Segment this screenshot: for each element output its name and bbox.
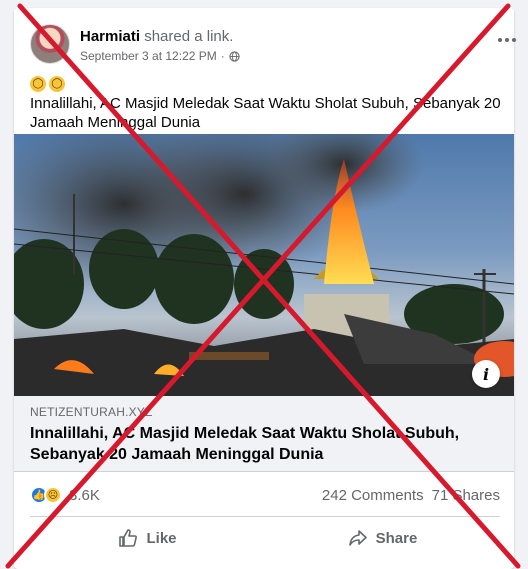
sad-reaction-icon: ☹ bbox=[44, 486, 62, 504]
avatar[interactable] bbox=[30, 24, 70, 64]
comment-count[interactable]: 242 Comments bbox=[322, 487, 424, 504]
scream-emoji-icon: ◯ bbox=[49, 76, 65, 92]
scream-emoji-icon: ◯ bbox=[30, 76, 46, 92]
share-count[interactable]: 71 Shares bbox=[432, 487, 500, 504]
post-meta: September 3 at 12:22 PM · bbox=[80, 49, 240, 63]
share-action-text: shared a link. bbox=[140, 28, 234, 45]
share-button[interactable]: Share bbox=[265, 520, 500, 556]
divider bbox=[30, 516, 500, 517]
fire-scene-photo bbox=[14, 134, 514, 396]
author-line: Harmiati shared a link. bbox=[80, 28, 233, 45]
post-timestamp[interactable]: September 3 at 12:22 PM bbox=[80, 49, 217, 63]
engagement-counts: 242 Comments 71 Shares bbox=[322, 487, 500, 504]
like-button[interactable]: Like bbox=[30, 520, 265, 556]
meta-separator: · bbox=[220, 49, 225, 63]
reaction-icons[interactable]: 👍 ☹ bbox=[30, 486, 62, 504]
share-label: Share bbox=[375, 529, 418, 547]
more-dots-icon[interactable] bbox=[496, 34, 518, 46]
emoji-row: ◯ ◯ bbox=[30, 76, 65, 92]
reactions-bar: 👍 ☹ 3.6K 242 Comments 71 Shares bbox=[30, 484, 500, 506]
link-preview[interactable]: NETIZENTURAH.XYZ Innalillahi, AC Masjid … bbox=[14, 396, 514, 472]
author-name[interactable]: Harmiati bbox=[80, 28, 140, 45]
like-label: Like bbox=[146, 529, 177, 547]
info-icon[interactable]: i bbox=[472, 360, 500, 388]
thumbs-up-icon bbox=[119, 529, 138, 547]
share-arrow-icon bbox=[348, 530, 367, 546]
action-bar: Like Share bbox=[30, 520, 500, 556]
post-card: Harmiati shared a link. September 3 at 1… bbox=[14, 8, 516, 569]
post-header: Harmiati shared a link. September 3 at 1… bbox=[28, 18, 516, 68]
reaction-count[interactable]: 3.6K bbox=[69, 487, 100, 504]
post-text: Innalillahi, AC Masjid Meledak Saat Wakt… bbox=[30, 95, 501, 131]
globe-icon bbox=[229, 50, 240, 62]
link-domain: NETIZENTURAH.XYZ bbox=[30, 405, 153, 419]
link-image[interactable]: i bbox=[14, 134, 514, 396]
link-title[interactable]: Innalillahi, AC Masjid Meledak Saat Wakt… bbox=[30, 423, 500, 465]
